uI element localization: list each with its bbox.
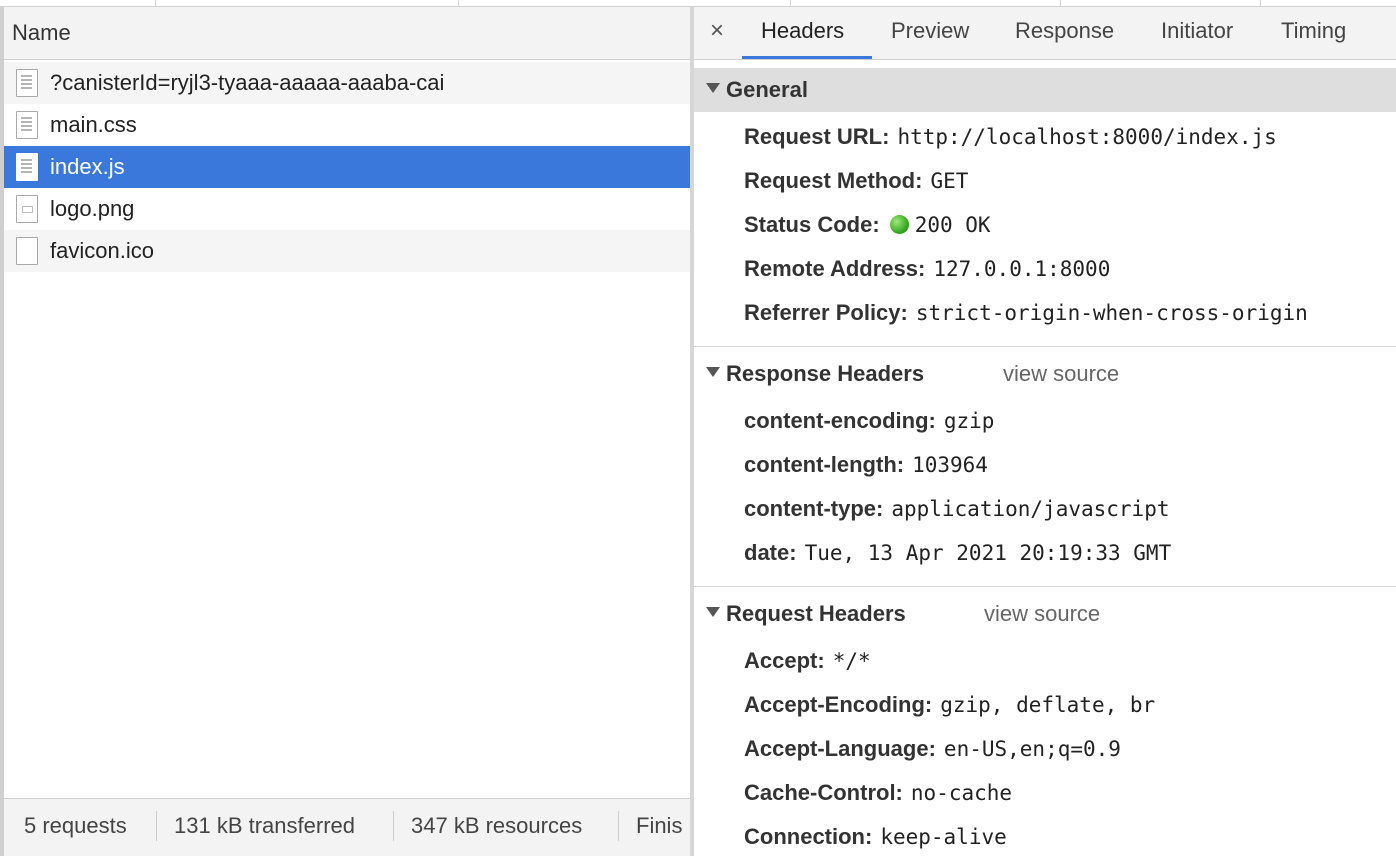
header-row: Request Method: GET bbox=[744, 168, 968, 194]
collapse-triangle-icon bbox=[706, 607, 720, 617]
request-name: logo.png bbox=[50, 196, 135, 221]
collapse-triangle-icon bbox=[706, 367, 720, 377]
column-divider bbox=[790, 0, 791, 6]
separator bbox=[618, 811, 619, 841]
request-headers-section-header[interactable]: Request Headers view source bbox=[694, 592, 1396, 636]
name-column-header[interactable]: Name bbox=[4, 7, 690, 60]
tab-preview[interactable]: Preview bbox=[891, 18, 969, 44]
header-row: Remote Address: 127.0.0.1:8000 bbox=[744, 256, 1110, 282]
header-key: Accept-Encoding: bbox=[744, 692, 933, 717]
header-row: Cache-Control: no-cache bbox=[744, 780, 1012, 806]
section-title: Response Headers bbox=[726, 361, 925, 386]
header-key: Accept: bbox=[744, 648, 825, 673]
header-key: Accept-Language: bbox=[744, 736, 936, 761]
column-divider bbox=[1060, 0, 1061, 6]
request-row[interactable]: favicon.ico bbox=[4, 230, 690, 272]
header-value: en-US,en;q=0.9 bbox=[943, 737, 1121, 761]
document-icon bbox=[16, 153, 38, 181]
header-key: content-type: bbox=[744, 496, 884, 521]
request-name: main.css bbox=[50, 112, 137, 137]
response-headers-section-header[interactable]: Response Headers view source bbox=[694, 352, 1396, 396]
header-value: no-cache bbox=[910, 781, 1013, 805]
header-row: content-type: application/javascript bbox=[744, 496, 1169, 522]
separator bbox=[156, 811, 157, 841]
general-section-header[interactable]: General bbox=[694, 68, 1396, 112]
document-icon bbox=[16, 111, 38, 139]
detail-tabs: × Headers Preview Response Initiator Tim… bbox=[694, 7, 1396, 60]
header-value: gzip bbox=[943, 409, 995, 433]
status-summary-bar: 5 requests 131 kB transferred 347 kB res… bbox=[4, 798, 690, 856]
toolbar-strip bbox=[0, 0, 1396, 7]
header-key: Referrer Policy: bbox=[744, 300, 908, 325]
header-value: GET bbox=[930, 169, 969, 193]
header-value: Tue, 13 Apr 2021 20:19:33 GMT bbox=[804, 541, 1172, 565]
view-source-link[interactable]: view source bbox=[1003, 361, 1119, 387]
collapse-triangle-icon bbox=[706, 83, 720, 93]
active-tab-indicator bbox=[742, 56, 872, 59]
header-value: gzip, deflate, br bbox=[940, 693, 1156, 717]
section-divider bbox=[694, 346, 1396, 347]
blank-file-icon bbox=[16, 237, 38, 265]
tab-response[interactable]: Response bbox=[1015, 18, 1114, 44]
header-row: Status Code: 200 OK bbox=[744, 212, 991, 238]
header-row: Request URL: http://localhost:8000/index.… bbox=[744, 124, 1277, 150]
header-row: Connection: keep-alive bbox=[744, 824, 1007, 850]
document-icon bbox=[16, 69, 38, 97]
header-key: Status Code: bbox=[744, 212, 880, 237]
image-file-icon bbox=[16, 195, 38, 223]
header-value: */* bbox=[832, 649, 871, 673]
header-value: 103964 bbox=[912, 453, 988, 477]
header-key: content-encoding: bbox=[744, 408, 936, 433]
view-source-link[interactable]: view source bbox=[984, 601, 1100, 627]
section-title: General bbox=[726, 77, 808, 102]
request-row[interactable]: main.css bbox=[4, 104, 690, 146]
request-row[interactable]: logo.png bbox=[4, 188, 690, 230]
column-divider bbox=[1260, 0, 1261, 6]
header-row: date: Tue, 13 Apr 2021 20:19:33 GMT bbox=[744, 540, 1171, 566]
request-name: favicon.ico bbox=[50, 238, 154, 263]
transferred-size: 131 kB transferred bbox=[174, 813, 355, 838]
name-column-label: Name bbox=[12, 20, 71, 45]
request-details-panel: × Headers Preview Response Initiator Tim… bbox=[694, 7, 1396, 856]
tab-headers[interactable]: Headers bbox=[761, 18, 844, 44]
tab-initiator[interactable]: Initiator bbox=[1161, 18, 1233, 44]
section-divider bbox=[694, 586, 1396, 587]
header-value: 127.0.0.1:8000 bbox=[933, 257, 1111, 281]
request-rows: ?canisterId=ryjl3-tyaaa-aaaaa-aaaba-cai … bbox=[4, 62, 690, 272]
header-key: Request URL: bbox=[744, 124, 890, 149]
finish-time: Finis bbox=[636, 813, 683, 838]
header-key: Remote Address: bbox=[744, 256, 926, 281]
column-divider bbox=[458, 0, 459, 6]
header-row: Accept-Encoding: gzip, deflate, br bbox=[744, 692, 1155, 718]
header-value: 200 OK bbox=[914, 213, 991, 237]
request-row[interactable]: ?canisterId=ryjl3-tyaaa-aaaaa-aaaba-cai bbox=[4, 62, 690, 104]
separator bbox=[393, 811, 394, 841]
request-list-panel: Name ?canisterId=ryjl3-tyaaa-aaaaa-aaaba… bbox=[0, 7, 690, 856]
header-row: Accept-Language: en-US,en;q=0.9 bbox=[744, 736, 1121, 762]
header-key: date: bbox=[744, 540, 797, 565]
header-value: keep-alive bbox=[880, 825, 1007, 849]
header-value: strict-origin-when-cross-origin bbox=[915, 301, 1308, 325]
header-key: Connection: bbox=[744, 824, 873, 849]
close-icon[interactable]: × bbox=[710, 17, 724, 45]
header-row: content-encoding: gzip bbox=[744, 408, 994, 434]
header-row: content-length: 103964 bbox=[744, 452, 988, 478]
header-row: Referrer Policy: strict-origin-when-cross… bbox=[744, 300, 1308, 326]
request-count: 5 requests bbox=[24, 813, 127, 838]
header-row: Accept: */* bbox=[744, 648, 871, 674]
header-key: Cache-Control: bbox=[744, 780, 903, 805]
tab-timing[interactable]: Timing bbox=[1281, 18, 1346, 44]
request-row-selected[interactable]: index.js bbox=[4, 146, 690, 188]
header-value: http://localhost:8000/index.js bbox=[897, 125, 1277, 149]
status-ok-icon bbox=[889, 215, 909, 234]
section-title: Request Headers bbox=[726, 601, 906, 626]
header-value: application/javascript bbox=[891, 497, 1170, 521]
request-name: ?canisterId=ryjl3-tyaaa-aaaaa-aaaba-cai bbox=[50, 70, 445, 95]
header-key: Request Method: bbox=[744, 168, 923, 193]
resources-size: 347 kB resources bbox=[411, 813, 583, 838]
column-divider bbox=[155, 0, 156, 6]
request-name: index.js bbox=[50, 154, 125, 179]
header-key: content-length: bbox=[744, 452, 905, 477]
